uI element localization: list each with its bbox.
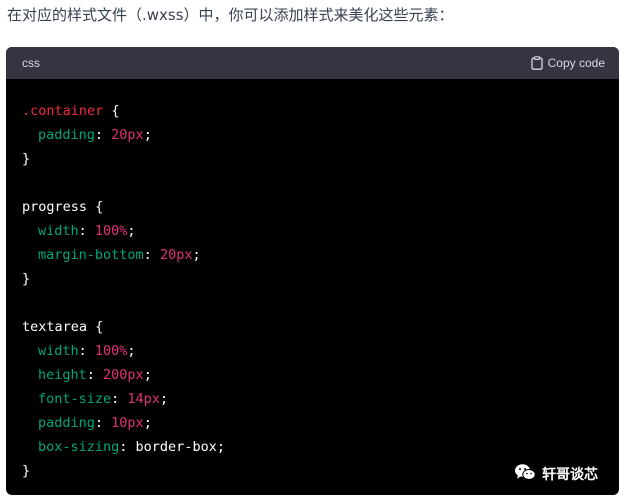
code-token: progress [22, 199, 88, 215]
code-token: ; [216, 439, 225, 455]
code-token: ; [143, 415, 152, 431]
code-token: { [87, 199, 104, 215]
code-token: ; [143, 127, 152, 143]
code-token: : [119, 439, 136, 455]
wechat-icon [514, 463, 536, 485]
code-token: ; [127, 223, 136, 239]
code-token: font-size [38, 391, 112, 407]
code-token: : [78, 223, 95, 239]
code-token: padding [38, 127, 95, 143]
code-token: : [86, 367, 104, 383]
code-line: padding: 10px; [22, 411, 603, 435]
clipboard-icon [530, 56, 543, 70]
code-token: { [87, 319, 104, 335]
code-line: width: 100%; [22, 219, 603, 243]
code-token: width [38, 223, 79, 239]
code-token: : [143, 247, 160, 263]
code-token: margin-bottom [38, 247, 144, 263]
code-token: box-sizing [38, 439, 120, 455]
code-token: { [103, 103, 120, 119]
code-line: font-size: 14px; [22, 387, 603, 411]
code-token: } [22, 151, 31, 167]
code-token: 100% [94, 223, 128, 239]
code-token: 14px [127, 391, 160, 407]
code-token: 10px [111, 415, 144, 431]
code-line: } [22, 147, 603, 171]
code-token: : [94, 415, 112, 431]
code-token: width [38, 343, 79, 359]
code-line: padding: 20px; [22, 123, 603, 147]
code-token: border-box [135, 439, 217, 455]
code-token: 100% [94, 343, 128, 359]
code-token: ; [192, 247, 201, 263]
intro-text: 在对应的样式文件（.wxss）中，你可以添加样式来美化这些元素： [7, 6, 454, 24]
code-token: } [22, 271, 31, 287]
code-token: ; [127, 343, 136, 359]
code-token: .container [22, 103, 104, 119]
code-line: progress { [22, 195, 603, 219]
code-token: : [94, 127, 112, 143]
code-line: height: 200px; [22, 363, 603, 387]
copy-code-button[interactable]: Copy code [530, 56, 605, 70]
code-line: width: 100%; [22, 339, 603, 363]
code-token: 20px [111, 127, 144, 143]
code-token: height [38, 367, 87, 383]
watermark-text: 轩哥谈芯 [542, 467, 598, 483]
code-token: ; [159, 391, 169, 407]
code-language-label: css [22, 56, 40, 70]
code-line: } [22, 267, 603, 291]
code-token: 200px [103, 367, 144, 383]
code-token: } [22, 463, 31, 479]
code-block: css Copy code .container {padding: 20px;… [6, 47, 619, 495]
code-token: : [111, 391, 128, 407]
code-token: ; [143, 367, 152, 383]
watermark: 轩哥谈芯 [514, 463, 598, 485]
code-block-header: css Copy code [6, 47, 619, 79]
code-line: textarea { [22, 315, 603, 339]
code-line: .container { [22, 99, 603, 123]
copy-code-label: Copy code [547, 56, 605, 70]
code-token: 20px [159, 247, 193, 263]
code-token: padding [38, 415, 95, 431]
code-token: textarea [22, 319, 88, 335]
code-line: margin-bottom: 20px; [22, 243, 603, 267]
code-token: : [78, 343, 95, 359]
code-content: .container {padding: 20px;} progress {wid… [6, 79, 619, 483]
code-line: box-sizing: border-box; [22, 435, 603, 459]
